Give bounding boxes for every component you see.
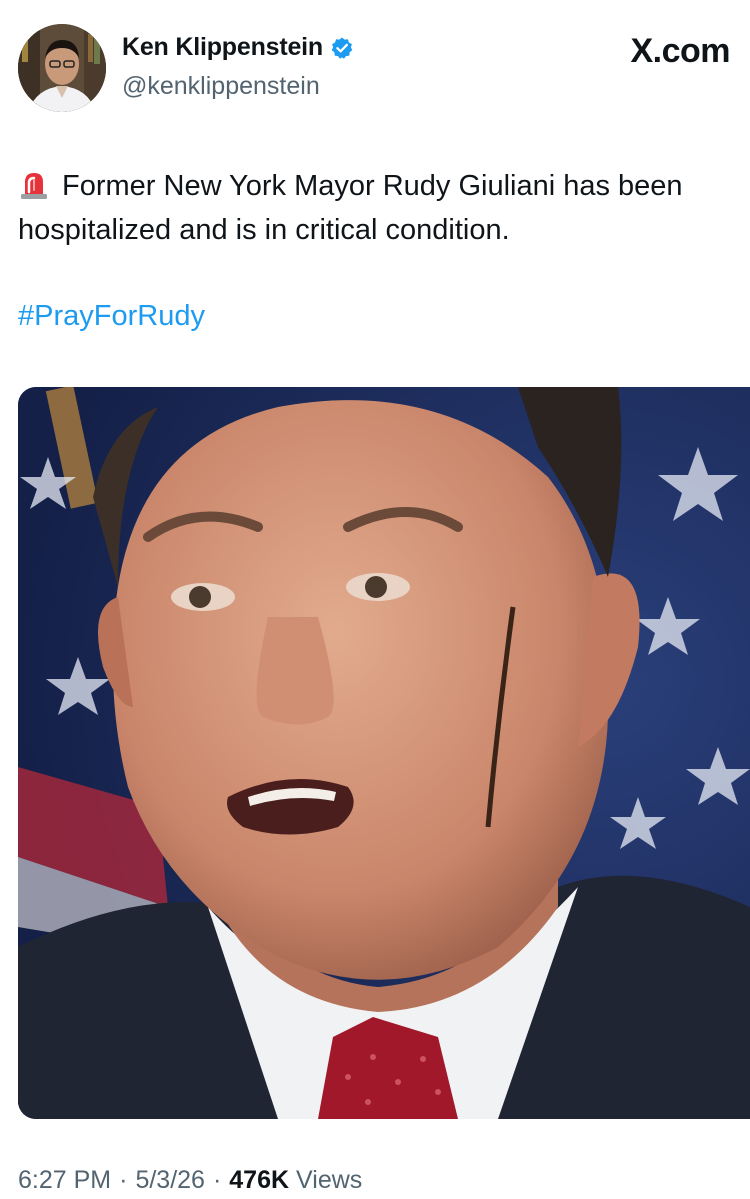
meta-separator: · xyxy=(119,1166,128,1194)
brand-logo: X.com xyxy=(630,32,730,70)
verified-badge-icon xyxy=(330,36,354,60)
police-siren-icon xyxy=(18,168,50,200)
tweet-time[interactable]: 6:27 PM xyxy=(18,1166,111,1195)
avatar-image xyxy=(18,24,106,112)
meta-separator: · xyxy=(212,1166,222,1194)
author-handle[interactable]: @kenklippenstein xyxy=(122,72,320,101)
author-avatar[interactable] xyxy=(18,24,106,112)
tweet-text: Former New York Mayor Rudy Giuliani has … xyxy=(18,164,732,252)
views-count[interactable]: 476K xyxy=(229,1166,289,1195)
author-display-name[interactable]: Ken Klippenstein xyxy=(122,33,323,62)
hashtag-link[interactable]: #PrayForRudy xyxy=(18,300,205,333)
tweet-body-text: Former New York Mayor Rudy Giuliani has … xyxy=(18,170,683,246)
tweet-metadata: 6:27 PM · 5/3/26 · 476K Views xyxy=(18,1166,362,1195)
tweet-header: Ken Klippenstein @kenklippenstein X.com xyxy=(0,0,750,130)
photo-image xyxy=(18,387,750,1119)
tweet-photo[interactable] xyxy=(18,387,750,1119)
views-label: Views xyxy=(296,1166,363,1194)
author-name-row: Ken Klippenstein xyxy=(122,33,354,62)
tweet-date[interactable]: 5/3/26 xyxy=(135,1166,205,1195)
